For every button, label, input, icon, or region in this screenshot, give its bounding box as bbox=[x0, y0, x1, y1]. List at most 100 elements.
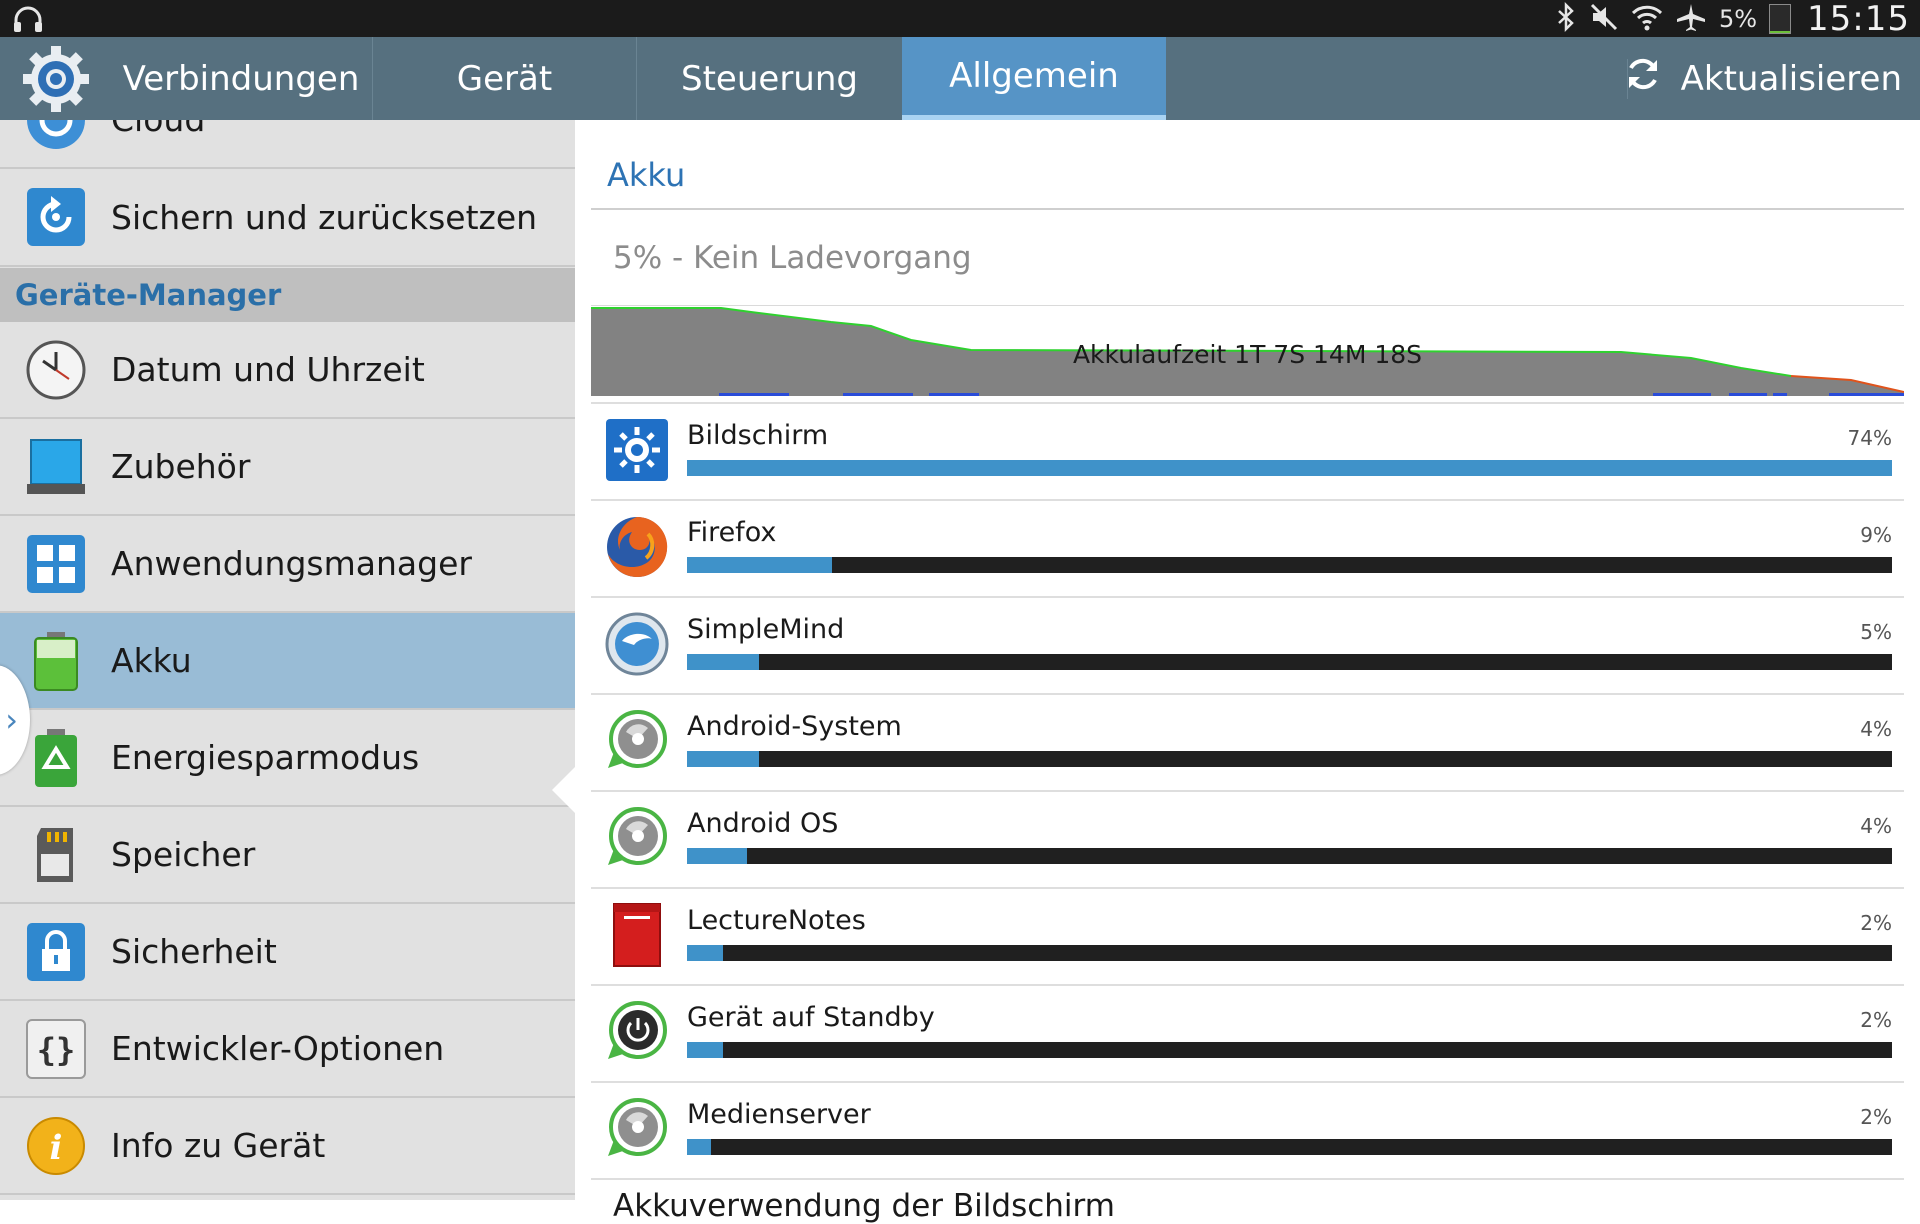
tab-geraet[interactable]: Gerät bbox=[372, 37, 636, 120]
usage-bar bbox=[687, 751, 1892, 767]
apps-grid-icon bbox=[25, 533, 87, 595]
usage-percent: 4% bbox=[1860, 814, 1892, 838]
braces-icon: {} bbox=[25, 1018, 87, 1080]
clock-icon bbox=[25, 339, 87, 401]
mute-icon bbox=[1589, 2, 1619, 36]
usage-bar bbox=[687, 1139, 1892, 1155]
battery-icon bbox=[25, 630, 87, 692]
airplane-mode-icon bbox=[1675, 2, 1707, 36]
usage-row-standby[interactable]: Gerät auf Standby 2% bbox=[591, 984, 1904, 1081]
sidebar-item-label: Zubehör bbox=[111, 447, 251, 486]
usage-bar bbox=[687, 1042, 1892, 1058]
sidebar-item-security[interactable]: Sicherheit bbox=[0, 904, 575, 1001]
cloud-icon bbox=[25, 120, 87, 151]
refresh-button[interactable]: Aktualisieren bbox=[1623, 37, 1902, 120]
sidebar-item-label: Energiesparmodus bbox=[111, 738, 420, 777]
usage-bar bbox=[687, 460, 1892, 476]
recycle-icon bbox=[25, 727, 87, 789]
sidebar: Cloud Sichern und zurücksetzen Geräte-Ma… bbox=[0, 120, 575, 1200]
usage-percent: 9% bbox=[1860, 523, 1892, 547]
battery-status: 5% - Kein Ladevorgang bbox=[613, 240, 972, 276]
usage-bar-fill bbox=[687, 557, 832, 573]
svg-text:{}: {} bbox=[37, 1031, 76, 1069]
usage-bar bbox=[687, 557, 1892, 573]
usage-bar bbox=[687, 848, 1892, 864]
title-divider bbox=[591, 208, 1904, 210]
sidebar-item-power-saving[interactable]: Energiesparmodus bbox=[0, 710, 575, 807]
usage-app-name: Android-System bbox=[687, 711, 902, 742]
usage-row-android-system[interactable]: Android-System 4% bbox=[591, 693, 1904, 790]
usage-app-name: SimpleMind bbox=[687, 614, 845, 645]
battery-icon bbox=[1769, 3, 1792, 34]
power-icon bbox=[604, 999, 670, 1065]
usage-bar-fill bbox=[687, 945, 724, 961]
usage-bar-fill bbox=[687, 654, 760, 670]
media-server-icon bbox=[604, 1096, 670, 1162]
usage-percent: 4% bbox=[1860, 717, 1892, 741]
status-bar: 5% 15:15 bbox=[0, 0, 1920, 39]
usage-row-android-os[interactable]: Android OS 4% bbox=[591, 790, 1904, 887]
tab-verbindungen[interactable]: Verbindungen bbox=[110, 37, 372, 120]
sidebar-item-backup-reset[interactable]: Sichern und zurücksetzen bbox=[0, 169, 575, 267]
sidebar-item-label: Entwickler-Optionen bbox=[111, 1029, 445, 1068]
sidebar-item-label: Sichern und zurücksetzen bbox=[111, 197, 538, 237]
sidebar-item-storage[interactable]: Speicher bbox=[0, 807, 575, 904]
battery-runtime-label: Akkulaufzeit 1T 7S 14M 18S bbox=[1072, 340, 1423, 369]
usage-bar-fill bbox=[687, 848, 748, 864]
sidebar-item-label: Anwendungsmanager bbox=[111, 544, 472, 583]
usage-row-bildschirm[interactable]: Bildschirm 74% bbox=[591, 402, 1904, 499]
battery-percent: 5% bbox=[1718, 4, 1758, 33]
sidebar-item-label: Akku bbox=[111, 641, 192, 680]
accessory-icon bbox=[25, 436, 87, 498]
usage-percent: 2% bbox=[1860, 911, 1892, 935]
backup-reset-icon bbox=[25, 186, 87, 248]
usage-bar bbox=[687, 945, 1892, 961]
usage-bar-fill bbox=[687, 751, 760, 767]
usage-app-name: Medienserver bbox=[687, 1099, 871, 1130]
settings-gear-icon[interactable] bbox=[22, 45, 90, 113]
usage-row-firefox[interactable]: Firefox 9% bbox=[591, 499, 1904, 596]
brightness-icon bbox=[604, 417, 670, 483]
usage-row-simplemind[interactable]: SimpleMind 5% bbox=[591, 596, 1904, 693]
sidebar-item-label: Speicher bbox=[111, 835, 256, 874]
sidebar-item-device-info[interactable]: i Info zu Gerät bbox=[0, 1098, 575, 1195]
sidebar-item-date-time[interactable]: Datum und Uhrzeit bbox=[0, 322, 575, 419]
usage-bar bbox=[687, 654, 1892, 670]
usage-percent: 74% bbox=[1847, 426, 1892, 450]
sidebar-item-label: Datum und Uhrzeit bbox=[111, 350, 425, 389]
active-item-pointer bbox=[552, 767, 575, 813]
simplemind-icon bbox=[604, 611, 670, 677]
usage-app-name: Android OS bbox=[687, 808, 839, 839]
clock-time: 15:15 bbox=[1807, 0, 1910, 39]
sidebar-item-developer[interactable]: {} Entwickler-Optionen bbox=[0, 1001, 575, 1098]
sidebar-item-cloud[interactable]: Cloud bbox=[0, 120, 575, 169]
usage-percent: 2% bbox=[1860, 1105, 1892, 1129]
sidebar-item-accessory[interactable]: Zubehör bbox=[0, 419, 575, 516]
sidebar-item-akku[interactable]: Akku bbox=[0, 613, 575, 710]
bottom-partial-text: Akkuverwendung der Bildschirm bbox=[613, 1188, 1115, 1224]
sidebar-item-label: Sicherheit bbox=[111, 932, 277, 971]
usage-row-lecturenotes[interactable]: LectureNotes 2% bbox=[591, 887, 1904, 984]
chevron-right-icon: › bbox=[5, 701, 18, 739]
sidebar-item-label: Cloud bbox=[111, 120, 205, 139]
info-icon: i bbox=[25, 1115, 87, 1177]
android-os-icon bbox=[604, 805, 670, 871]
usage-app-name: Firefox bbox=[687, 517, 777, 548]
android-system-icon bbox=[604, 708, 670, 774]
usage-app-name: Gerät auf Standby bbox=[687, 1002, 935, 1033]
sidebar-item-label: Info zu Gerät bbox=[111, 1126, 326, 1165]
battery-panel: Akku 5% - Kein Ladevorgang Akkulaufzeit … bbox=[575, 120, 1920, 1224]
firefox-icon bbox=[604, 514, 670, 580]
sidebar-item-app-manager[interactable]: Anwendungsmanager bbox=[0, 516, 575, 613]
usage-bar-fill bbox=[687, 1042, 724, 1058]
lock-icon bbox=[25, 921, 87, 983]
refresh-icon bbox=[1623, 54, 1663, 103]
headphones-icon bbox=[12, 4, 44, 38]
battery-history-graph[interactable]: Akkulaufzeit 1T 7S 14M 18S bbox=[591, 306, 1905, 400]
usage-app-name: LectureNotes bbox=[687, 905, 866, 936]
tab-allgemein[interactable]: Allgemein bbox=[902, 37, 1166, 120]
usage-bar-fill bbox=[687, 460, 1892, 476]
usage-row-media-server[interactable]: Medienserver 2% bbox=[591, 1081, 1904, 1178]
tab-steuerung[interactable]: Steuerung bbox=[636, 37, 902, 120]
lecturenotes-icon bbox=[604, 902, 670, 968]
